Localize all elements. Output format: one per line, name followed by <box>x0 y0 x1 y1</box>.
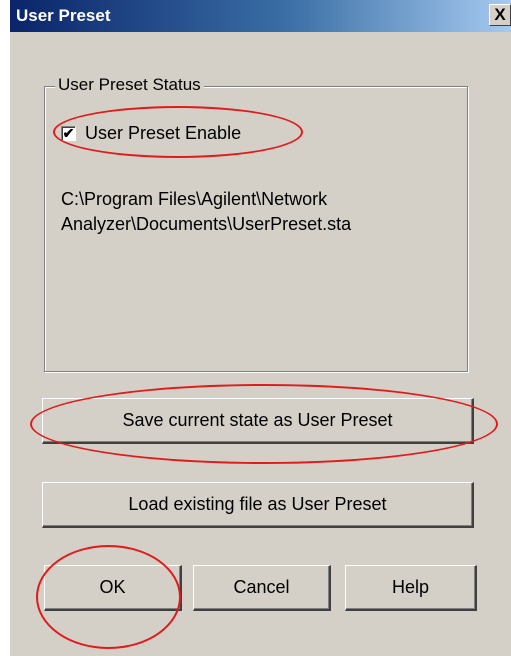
user-preset-enable-checkbox[interactable]: ✔ <box>61 126 76 141</box>
user-preset-status-group: User Preset Status ✔ User Preset Enable … <box>44 75 468 372</box>
title-bar: User Preset X <box>10 0 511 32</box>
ok-button[interactable]: OK <box>44 565 182 611</box>
load-existing-file-button[interactable]: Load existing file as User Preset <box>42 482 474 528</box>
save-current-state-button[interactable]: Save current state as User Preset <box>42 398 474 444</box>
preset-file-path-line2: Analyzer\Documents\UserPreset.sta <box>61 214 352 234</box>
checkmark-icon: ✔ <box>62 125 75 141</box>
close-button[interactable]: X <box>489 4 511 26</box>
close-icon: X <box>494 5 506 24</box>
cancel-button[interactable]: Cancel <box>193 565 331 611</box>
help-button[interactable]: Help <box>345 565 477 611</box>
group-legend: User Preset Status <box>55 75 204 95</box>
preset-file-path-line1: C:\Program Files\Agilent\Network <box>61 189 328 209</box>
dialog-title: User Preset <box>16 6 111 25</box>
preset-file-path: C:\Program Files\Agilent\Network Analyze… <box>61 187 451 237</box>
user-preset-enable-label[interactable]: User Preset Enable <box>85 123 241 144</box>
user-preset-dialog: User Preset X User Preset Status ✔ User … <box>10 0 511 656</box>
